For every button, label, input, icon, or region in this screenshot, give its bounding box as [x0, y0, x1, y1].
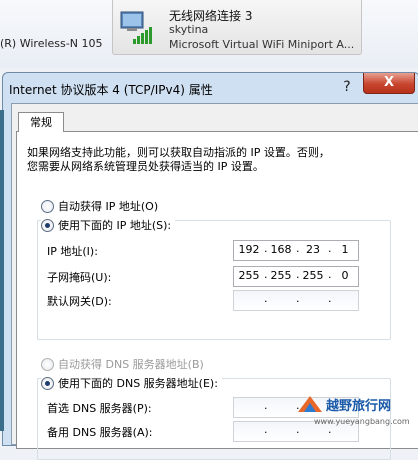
ip-octet-2: 168 [270, 243, 292, 256]
ip-separator: . [264, 399, 268, 412]
dialog-titlebar[interactable]: Internet 协议版本 4 (TCP/IPv4) 属性 ? X [3, 73, 418, 103]
dialog-client-area: 常规 如果网络支持此功能，则可以获取自动指派的 IP 设置。否则， 您需要从网络… [11, 103, 418, 460]
dns-auto-option[interactable]: 自动获得 DNS 服务器地址(B) [41, 356, 204, 372]
ip-separator: . [296, 268, 300, 281]
ip-separator: . [328, 242, 332, 255]
connection-name: 无线网络连接 3 [169, 9, 253, 23]
subnet-mask-field[interactable]: 255. 255. 255. 0 [233, 266, 359, 287]
ip-separator: . [264, 268, 268, 281]
mask-octet-3: 255 [302, 269, 324, 282]
mask-octet-2: 255 [270, 269, 292, 282]
ip-auto-option[interactable]: 自动获得 IP 地址(O) [41, 198, 158, 214]
dns-manual-option[interactable]: 使用下面的 DNS 服务器地址(E): [41, 375, 222, 391]
ip-separator: . [264, 292, 268, 305]
mask-octet-1: 255 [238, 269, 260, 282]
wireless-network-icon [120, 11, 152, 44]
preferred-dns-label: 首选 DNS 服务器(P): [47, 402, 152, 415]
ip-separator: . [264, 423, 268, 436]
dns-manual-label: 使用下面的 DNS 服务器地址(E): [58, 377, 218, 390]
dns-auto-label: 自动获得 DNS 服务器地址(B) [58, 358, 204, 371]
dialog-title: Internet 协议版本 4 (TCP/IPv4) 属性 [9, 83, 213, 97]
close-button[interactable]: X [363, 73, 415, 94]
help-button[interactable]: ? [335, 76, 359, 98]
description-line-2: 您需要从网络系统管理员处获得适当的 IP 设置。 [27, 160, 264, 173]
network-connection-tile[interactable]: 无线网络连接 3 skytina Microsoft Virtual WiFi … [112, 0, 362, 55]
ip-auto-radio[interactable] [41, 199, 54, 213]
ip-separator: . [264, 242, 268, 255]
mask-octet-4: 0 [341, 269, 349, 282]
ip-separator: . [296, 292, 300, 305]
ip-octet-3: 23 [306, 243, 320, 256]
ip-manual-radio[interactable] [41, 218, 54, 232]
tab-general[interactable]: 常规 [18, 112, 64, 132]
gateway-field[interactable]: . . . [233, 290, 359, 311]
gateway-label: 默认网关(D): [47, 295, 112, 308]
ip-separator: . [328, 292, 332, 305]
ip-manual-option[interactable]: 使用下面的 IP 地址(S): [41, 217, 176, 233]
ip-separator: . [296, 423, 300, 436]
ip-separator: . [296, 242, 300, 255]
subnet-mask-label: 子网掩码(U): [47, 271, 112, 284]
dns-auto-radio[interactable] [41, 357, 54, 371]
tcpip-properties-dialog: Internet 协议版本 4 (TCP/IPv4) 属性 ? X 常规 如果网… [2, 72, 418, 460]
watermark-logo-icon [298, 396, 322, 412]
ip-address-label: IP 地址(I): [47, 245, 98, 258]
dns-manual-radio[interactable] [41, 376, 54, 390]
ip-address-field[interactable]: 192. 168. 23. 1 [233, 240, 359, 261]
alternate-dns-label: 备用 DNS 服务器(A): [47, 426, 153, 439]
ip-auto-label: 自动获得 IP 地址(O) [58, 200, 159, 213]
adapter-name-partial: (R) Wireless-N 105 [0, 37, 103, 50]
watermark-brand: 越野旅行网 [326, 399, 392, 414]
ip-manual-label: 使用下面的 IP 地址(S): [58, 219, 172, 232]
connection-ssid: skytina [169, 23, 209, 36]
ip-separator: . [328, 268, 332, 281]
connection-adapter: Microsoft Virtual WiFi Miniport A... [169, 38, 355, 51]
window-edge [0, 110, 4, 431]
watermark-url: www.yueyangbang.com [314, 417, 410, 426]
ip-octet-1: 192 [238, 243, 260, 256]
ip-octet-4: 1 [341, 243, 349, 256]
